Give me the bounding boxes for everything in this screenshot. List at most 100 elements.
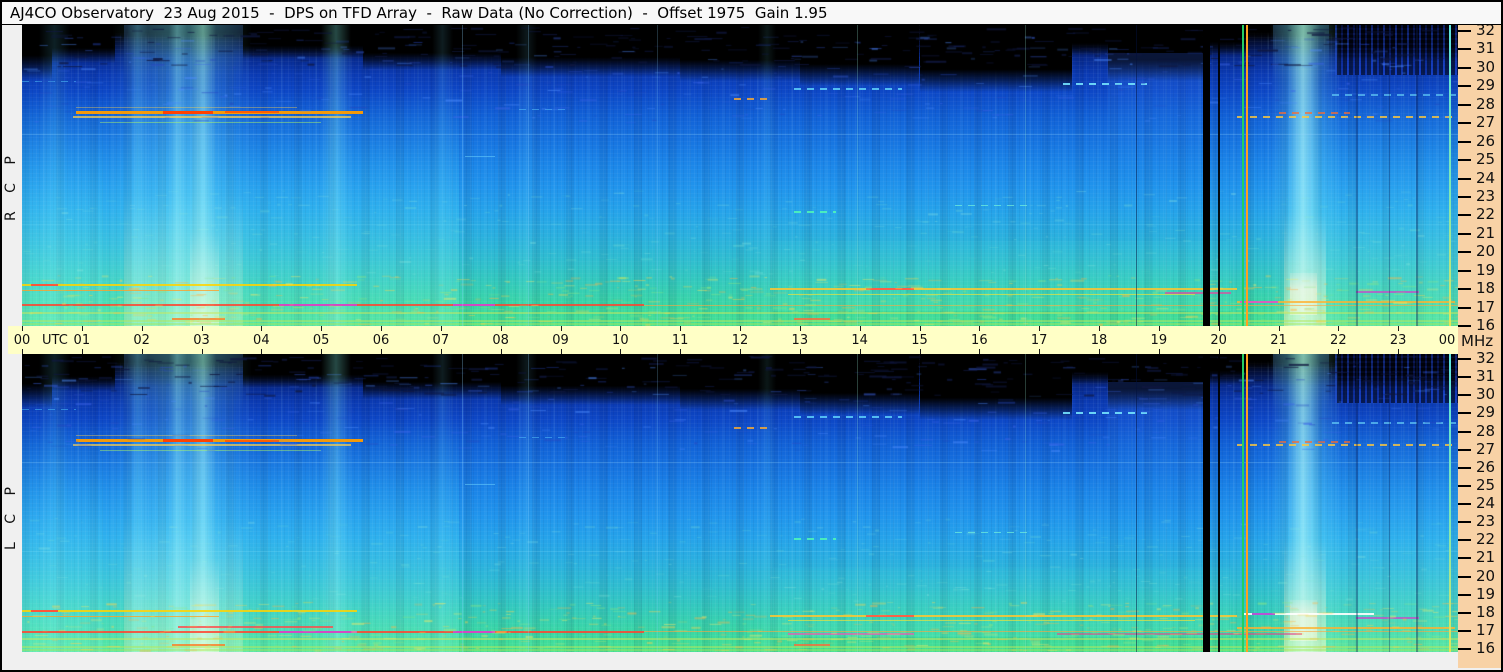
freq-tick: [1458, 394, 1471, 397]
hour-tick: [321, 326, 323, 331]
freq-tick: [1458, 103, 1471, 106]
app-window: AJ4CO Observatory 23 Aug 2015 - DPS on T…: [0, 0, 1503, 672]
heatmap-layer: [1246, 354, 1249, 652]
hour-label: 19: [1150, 333, 1168, 348]
freq-tick-label: 26: [1476, 131, 1496, 150]
hour-label: 00: [1438, 333, 1456, 348]
freq-tick: [1458, 611, 1471, 614]
hour-label: 23: [1389, 333, 1407, 348]
hour-label: 10: [612, 333, 629, 348]
hour-label: 18: [1090, 333, 1108, 348]
freq-tick: [1458, 140, 1471, 143]
freq-tick-label: 32: [1476, 349, 1496, 367]
heatmap-layer: [1024, 25, 1026, 326]
heatmap-layer: [1356, 354, 1359, 652]
hour-tick: [560, 326, 562, 331]
heatmap-layer: [1416, 25, 1419, 326]
hour-tick: [799, 326, 801, 331]
freq-tick-label: 20: [1476, 566, 1496, 585]
freq-tick-label: 22: [1476, 205, 1496, 224]
hour-label: 17: [1030, 333, 1048, 348]
freq-tick: [1458, 306, 1471, 309]
hour-label: 00: [13, 333, 31, 348]
hour-label: 22: [1330, 333, 1347, 348]
hour-tick: [81, 326, 83, 331]
heatmap-layer: [1135, 25, 1137, 326]
hour-tick: [1099, 349, 1100, 354]
heatmap-layer: [1242, 25, 1245, 326]
freq-tick: [1458, 503, 1471, 505]
freq-tick: [1458, 648, 1471, 650]
freq-tick-label: 30: [1476, 57, 1496, 76]
heatmap-layer: [656, 25, 658, 326]
freq-tick: [1458, 85, 1471, 88]
hour-label: 03: [193, 333, 210, 348]
hour-label: 07: [432, 333, 450, 348]
freq-tick-label: 28: [1476, 94, 1496, 113]
heatmap-layer: [528, 25, 530, 326]
hour-tick: [620, 326, 622, 331]
freq-tick-label: 24: [1476, 494, 1496, 512]
heatmap-layer: [1203, 25, 1211, 326]
hour-tick: [680, 326, 682, 331]
mhz-unit-label: MHz: [1461, 332, 1494, 350]
freq-tick-label: 18: [1476, 279, 1496, 298]
freq-tick: [1458, 251, 1471, 254]
heatmap-layer: [1217, 354, 1220, 652]
hour-tick: [1278, 326, 1280, 331]
freq-tick: [1458, 448, 1471, 451]
heatmap-layer: [1024, 354, 1026, 652]
hour-label: 04: [253, 333, 270, 348]
freq-tick: [1458, 484, 1471, 487]
hour-label: 12: [731, 333, 749, 348]
hour-tick: [1398, 326, 1400, 331]
freq-tick: [1458, 288, 1471, 291]
hour-tick: [1099, 326, 1100, 331]
freq-tick: [1458, 159, 1471, 162]
hour-tick: [381, 326, 382, 331]
freq-tick-label: 31: [1476, 367, 1496, 386]
freq-tick-label: 23: [1476, 186, 1496, 205]
hour-tick: [440, 326, 442, 331]
hour-tick: [201, 326, 203, 331]
heatmap-layer: [1217, 25, 1220, 326]
hour-tick: [500, 349, 502, 354]
hour-tick: [620, 349, 622, 354]
hour-tick: [440, 349, 442, 354]
hour-tick: [1158, 349, 1160, 354]
heatmap-layer: [1389, 354, 1391, 652]
hour-label: 20: [1210, 333, 1227, 348]
hour-tick: [141, 349, 143, 354]
heatmap-layer: [656, 354, 658, 652]
freq-tick-label: 21: [1476, 548, 1496, 567]
freq-tick-label: 27: [1476, 113, 1496, 132]
freq-tick: [1458, 122, 1471, 125]
hour-label: 21: [1270, 333, 1287, 348]
hour-tick: [1278, 349, 1280, 354]
hour-tick: [740, 326, 741, 331]
heatmap-layer: [1356, 25, 1359, 326]
freq-tick: [1458, 48, 1471, 51]
freq-tick: [1458, 325, 1471, 327]
freq-tick: [1458, 557, 1471, 560]
hour-tick: [1039, 349, 1041, 354]
freq-tick-label: 29: [1476, 76, 1496, 95]
freq-tick-label: 16: [1476, 316, 1496, 334]
freq-tick: [1458, 521, 1471, 524]
hour-label: 09: [552, 333, 569, 348]
freq-tick: [1458, 412, 1471, 415]
heatmap-layer: [461, 354, 463, 652]
freq-tick: [1458, 177, 1471, 180]
freq-tick: [1458, 232, 1471, 235]
hour-label: 01: [73, 333, 91, 348]
hour-tick: [141, 326, 143, 331]
heatmap-layer: [1246, 25, 1249, 326]
utc-unit-label: UTC: [42, 333, 68, 348]
freq-tick-label: 30: [1476, 385, 1496, 404]
hour-tick: [859, 349, 861, 354]
freq-tick-label: 20: [1476, 242, 1496, 261]
title-bar: AJ4CO Observatory 23 Aug 2015 - DPS on T…: [2, 2, 1501, 25]
heatmap-layer: [1449, 25, 1452, 326]
hour-tick: [859, 326, 861, 331]
freq-tick-label: 21: [1476, 223, 1496, 242]
